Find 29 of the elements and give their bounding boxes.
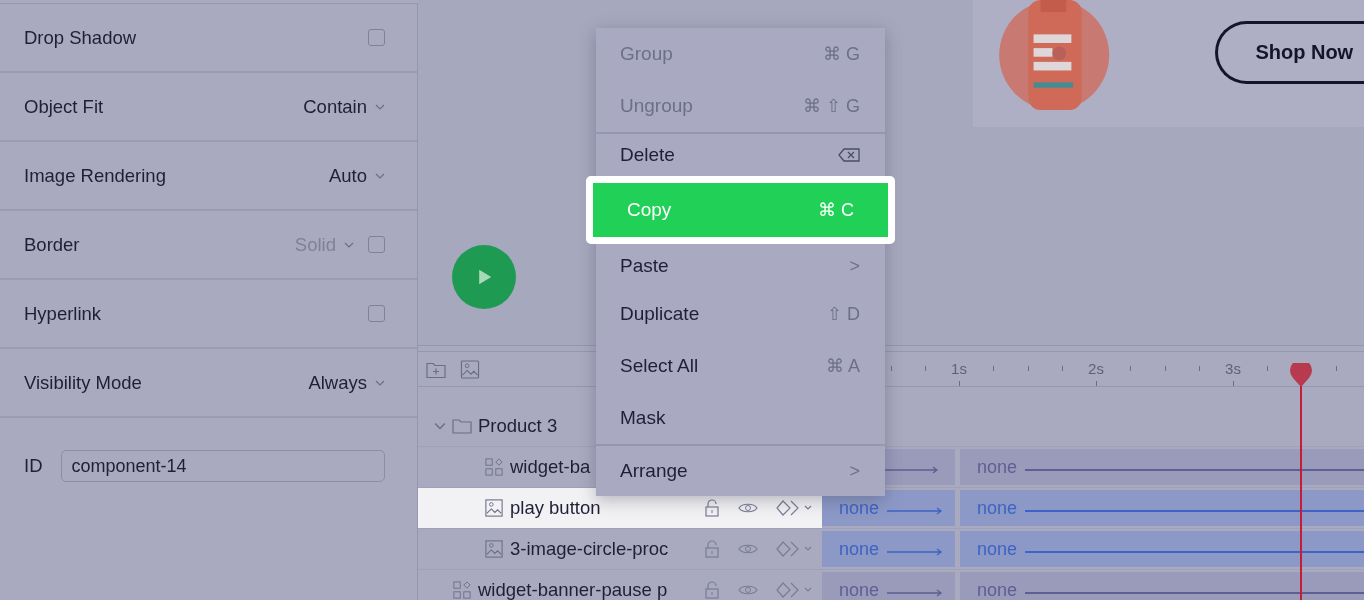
layer-name: widget-ba — [510, 456, 591, 478]
ruler-label: 3s — [1225, 360, 1241, 377]
shortcut-label: > — [849, 460, 860, 482]
easing-label: none — [839, 497, 880, 519]
ruler-label: 1s — [951, 360, 967, 377]
property-label: Drop Shadow — [24, 26, 137, 49]
ruler-label: 2s — [1088, 360, 1104, 377]
shortcut-label: > — [849, 255, 860, 277]
layer-name: widget-banner-pause p — [478, 579, 668, 600]
property-label: Visibility Mode — [24, 371, 142, 394]
layer-name: 3-image-circle-proc — [510, 538, 669, 560]
easing-label: none — [977, 579, 1018, 600]
id-label: ID — [24, 455, 43, 477]
layer-name: play button — [510, 497, 601, 519]
shortcut-label: ⌘ G — [823, 43, 860, 65]
easing-label: none — [977, 538, 1018, 560]
property-label: Object Fit — [24, 95, 104, 118]
shortcut-label: ⌘ C — [818, 199, 854, 221]
property-label: Image Rendering — [24, 164, 166, 187]
easing-label: none — [839, 579, 880, 600]
easing-label: none — [977, 456, 1018, 478]
shortcut-label: ⌘ A — [826, 355, 860, 377]
layer-name: Product 3 — [478, 415, 558, 437]
shortcut-label: ⌘ ⇧ G — [803, 95, 860, 117]
easing-label: none — [839, 538, 880, 560]
property-label: Border — [24, 233, 80, 256]
property-label: Hyperlink — [24, 302, 102, 325]
shortcut-label: ⇧ D — [827, 303, 860, 325]
easing-label: none — [977, 497, 1018, 519]
